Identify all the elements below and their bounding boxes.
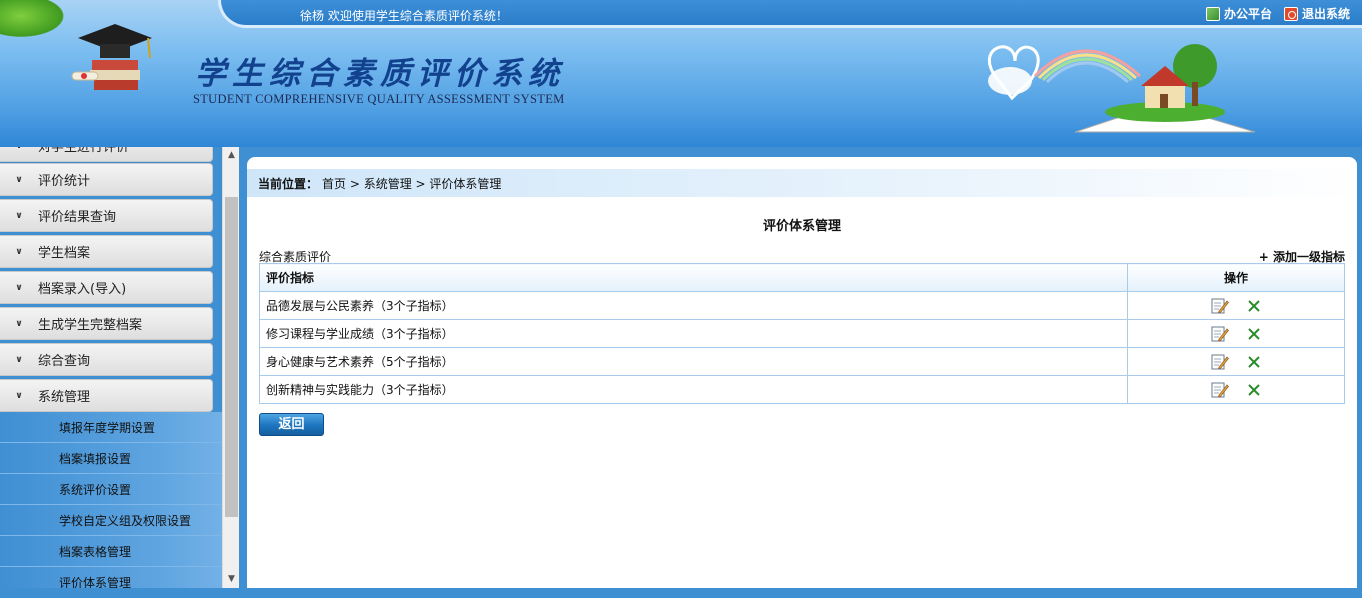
- exit-system-link[interactable]: 退出系统: [1283, 5, 1350, 22]
- double-chevron-down-icon: ∨: [0, 147, 38, 151]
- page-header: 徐杨 欢迎使用学生综合素质评价系统！ 办公平台 退出系统 学生综合素质评价系统 …: [0, 0, 1362, 147]
- menu-group-system-management[interactable]: ∨ 系统管理: [0, 379, 213, 412]
- indicator-name: 创新精神与实践能力（3个子指标）: [259, 375, 1128, 404]
- office-platform-label: 办公平台: [1223, 7, 1272, 21]
- menu-group-archive-entry[interactable]: ∨ 档案录入(导入): [0, 271, 213, 304]
- power-icon: [1283, 6, 1298, 21]
- top-links: 办公平台 退出系统: [1205, 5, 1350, 22]
- edit-pencil-icon[interactable]: [1211, 298, 1229, 314]
- sidebar-item-evaluation-settings[interactable]: 系统评价设置: [0, 474, 222, 505]
- edit-pencil-icon[interactable]: [1211, 382, 1229, 398]
- row-operations: [1127, 319, 1345, 348]
- indicator-name: 身心健康与艺术素养（5个子指标）: [259, 347, 1128, 376]
- main-panel: 当前位置： 首页 > 系统管理 > 评价体系管理 评价体系管理 综合素质评价 +…: [247, 157, 1357, 588]
- sidebar-item-label: 填报年度学期设置: [59, 420, 156, 435]
- leaf-decoration: [0, 0, 70, 40]
- sidebar-item-label: 档案表格管理: [59, 544, 132, 559]
- menu-group-combined-query[interactable]: ∨ 综合查询: [0, 343, 213, 376]
- table-row: 身心健康与艺术素养（5个子指标）: [259, 347, 1345, 376]
- menu-group-evaluate-students[interactable]: ∨ 对学生进行评价: [0, 147, 213, 162]
- double-chevron-down-icon: ∨: [15, 354, 23, 365]
- edit-pencil-icon[interactable]: [1211, 354, 1229, 370]
- indicator-name: 修习课程与学业成绩（3个子指标）: [259, 319, 1128, 348]
- back-button[interactable]: 返回: [259, 413, 324, 436]
- sidebar-item-label: 学校自定义组及权限设置: [59, 513, 192, 528]
- sidebar-scrollbar[interactable]: ▲ ▼: [222, 147, 239, 588]
- menu-group-label: 评价统计: [38, 174, 91, 189]
- breadcrumb-label: 当前位置：: [258, 176, 319, 191]
- table-row: 品德发展与公民素养（3个子指标）: [259, 291, 1345, 320]
- row-operations: [1127, 347, 1345, 376]
- column-header-operations: 操作: [1127, 263, 1345, 292]
- indicator-name: 品德发展与公民素养（3个子指标）: [259, 291, 1128, 320]
- menu-group-label: 学生档案: [38, 246, 91, 261]
- scroll-down-icon[interactable]: ▼: [223, 571, 240, 588]
- system-title: 学生综合素质评价系统: [195, 56, 565, 92]
- sidebar-item-label: 系统评价设置: [59, 482, 132, 497]
- menu-group-evaluation-stats[interactable]: ∨ 评价统计: [0, 163, 213, 196]
- menu-group-label: 评价结果查询: [38, 210, 117, 225]
- house-book-illustration: [987, 44, 1256, 133]
- delete-x-icon[interactable]: [1247, 355, 1261, 369]
- bottom-strip: [0, 588, 1362, 598]
- menu-group-student-archive[interactable]: ∨ 学生档案: [0, 235, 213, 268]
- menu-group-label: 系统管理: [38, 390, 91, 405]
- sidebar-item-evaluation-system[interactable]: 评价体系管理: [0, 567, 222, 588]
- double-chevron-down-icon: ∨: [15, 174, 23, 185]
- exit-system-label: 退出系统: [1301, 7, 1350, 21]
- scrollbar-thumb[interactable]: [225, 197, 238, 517]
- delete-x-icon[interactable]: [1247, 327, 1261, 341]
- office-icon: [1205, 6, 1220, 21]
- page-title: 评价体系管理: [762, 219, 841, 234]
- column-header-indicator: 评价指标: [259, 263, 1128, 292]
- delete-x-icon[interactable]: [1247, 299, 1261, 313]
- double-chevron-down-icon: ∨: [15, 246, 23, 257]
- delete-x-icon[interactable]: [1247, 383, 1261, 397]
- sidebar-item-label: 档案填报设置: [59, 451, 132, 466]
- sidebar-item-archive-tables[interactable]: 档案表格管理: [0, 536, 222, 567]
- welcome-message: 徐杨 欢迎使用学生综合素质评价系统！: [300, 9, 508, 23]
- menu-group-label: 对学生进行评价: [38, 147, 130, 155]
- scroll-up-icon[interactable]: ▲: [223, 147, 240, 164]
- double-chevron-down-icon: ∨: [15, 318, 23, 329]
- sidebar-item-custom-groups[interactable]: 学校自定义组及权限设置: [0, 505, 222, 536]
- system-subtitle: STUDENT COMPREHENSIVE QUALITY ASSESSMENT…: [193, 92, 565, 106]
- graduation-cap-logo: [71, 24, 152, 90]
- menu-group-generate-archive[interactable]: ∨ 生成学生完整档案: [0, 307, 213, 340]
- menu-group-label: 综合查询: [38, 354, 91, 369]
- row-operations: [1127, 291, 1345, 320]
- breadcrumb: 当前位置： 首页 > 系统管理 > 评价体系管理: [247, 169, 1357, 197]
- double-chevron-down-icon: ∨: [15, 390, 23, 401]
- table-row: 修习课程与学业成绩（3个子指标）: [259, 319, 1345, 348]
- sidebar: ∨ 对学生进行评价 ∨ 评价统计 ∨ 评价结果查询 ∨ 学生档案 ∨ 档案录入(…: [0, 147, 238, 588]
- table-row: 创新精神与实践能力（3个子指标）: [259, 375, 1345, 404]
- indicator-table: 评价指标 操作 品德发展与公民素养（3个子指标） 修习课程与学业成绩（3个子指标…: [259, 263, 1345, 404]
- office-platform-link[interactable]: 办公平台: [1205, 5, 1272, 22]
- sidebar-item-archive-fill-settings[interactable]: 档案填报设置: [0, 443, 222, 474]
- table-header-row: 评价指标 操作: [259, 263, 1345, 292]
- double-chevron-down-icon: ∨: [15, 282, 23, 293]
- menu-group-label: 生成学生完整档案: [38, 318, 143, 333]
- menu-group-label: 档案录入(导入): [38, 282, 127, 297]
- row-operations: [1127, 375, 1345, 404]
- breadcrumb-path: 首页 > 系统管理 > 评价体系管理: [322, 176, 502, 191]
- menu-group-result-query[interactable]: ∨ 评价结果查询: [0, 199, 213, 232]
- sidebar-item-label: 评价体系管理: [59, 575, 132, 589]
- edit-pencil-icon[interactable]: [1211, 326, 1229, 342]
- sidebar-item-term-settings[interactable]: 填报年度学期设置: [0, 412, 222, 443]
- double-chevron-down-icon: ∨: [15, 210, 23, 221]
